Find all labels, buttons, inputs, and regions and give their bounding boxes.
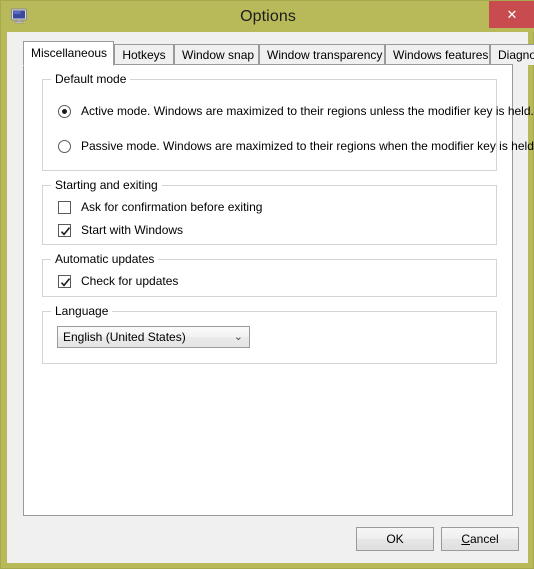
radio-active-mode[interactable] <box>58 104 71 118</box>
checkbox-start-with-windows[interactable] <box>58 223 71 237</box>
radio-row-passive-mode[interactable]: Passive mode. Windows are maximized to t… <box>58 138 534 154</box>
window-title: Options <box>240 8 296 25</box>
ok-button[interactable]: OK <box>356 527 434 551</box>
checkbox-check-for-updates[interactable] <box>58 274 71 288</box>
language-select[interactable]: English (United States) ⌄ <box>57 326 250 348</box>
tab-hotkeys[interactable]: Hotkeys <box>114 44 174 65</box>
close-icon[interactable]: ✕ <box>489 1 534 28</box>
radio-row-active-mode[interactable]: Active mode. Windows are maximized to th… <box>58 103 534 119</box>
checkbox-ask-confirmation-label: Ask for confirmation before exiting <box>81 200 263 214</box>
group-starting-and-exiting: Starting and exiting Ask for confirmatio… <box>42 178 497 245</box>
group-default-mode-legend: Default mode <box>51 72 131 86</box>
group-language-legend: Language <box>51 304 113 318</box>
tab-windows-features[interactable]: Windows features <box>385 44 490 65</box>
tab-panel-miscellaneous: Default mode Active mode. Windows are ma… <box>23 64 534 516</box>
cancel-button[interactable]: Cancel <box>441 527 519 551</box>
options-dialog-window: Options ✕ Miscellaneous Hotkeys Window s… <box>0 0 534 569</box>
cancel-rest-label: ancel <box>469 532 499 546</box>
checkbox-row-ask-confirmation[interactable]: Ask for confirmation before exiting <box>58 199 262 215</box>
radio-passive-mode[interactable] <box>58 139 71 153</box>
tab-strip: Miscellaneous Hotkeys Window snap Window… <box>23 41 534 66</box>
checkbox-check-for-updates-label: Check for updates <box>81 274 179 288</box>
group-language: Language English (United States) ⌄ <box>42 304 497 364</box>
chevron-down-icon: ⌄ <box>233 331 243 343</box>
language-select-value: English (United States) <box>63 330 186 344</box>
checkbox-row-check-for-updates[interactable]: Check for updates <box>58 273 178 289</box>
tab-miscellaneous[interactable]: Miscellaneous <box>23 41 114 66</box>
group-default-mode: Default mode Active mode. Windows are ma… <box>42 72 534 171</box>
tab-window-snap[interactable]: Window snap <box>174 44 259 65</box>
group-automatic-updates-legend: Automatic updates <box>51 252 159 266</box>
cancel-accel-char: C <box>461 532 470 546</box>
group-automatic-updates: Automatic updates Check for updates <box>42 252 497 297</box>
radio-active-mode-label: Active mode. Windows are maximized to th… <box>81 104 534 118</box>
checkbox-start-with-windows-label: Start with Windows <box>81 223 184 237</box>
group-starting-and-exiting-legend: Starting and exiting <box>51 178 162 192</box>
radio-passive-mode-label: Passive mode. Windows are maximized to t… <box>81 139 534 153</box>
title-bar: Options ✕ <box>1 1 534 32</box>
tab-window-transparency[interactable]: Window transparency <box>259 44 385 65</box>
checkbox-ask-confirmation[interactable] <box>58 200 71 214</box>
dialog-body: Miscellaneous Hotkeys Window snap Window… <box>7 32 534 563</box>
tab-diagnostics[interactable]: Diagnostics <box>490 44 534 65</box>
checkbox-row-start-with-windows[interactable]: Start with Windows <box>58 222 183 238</box>
